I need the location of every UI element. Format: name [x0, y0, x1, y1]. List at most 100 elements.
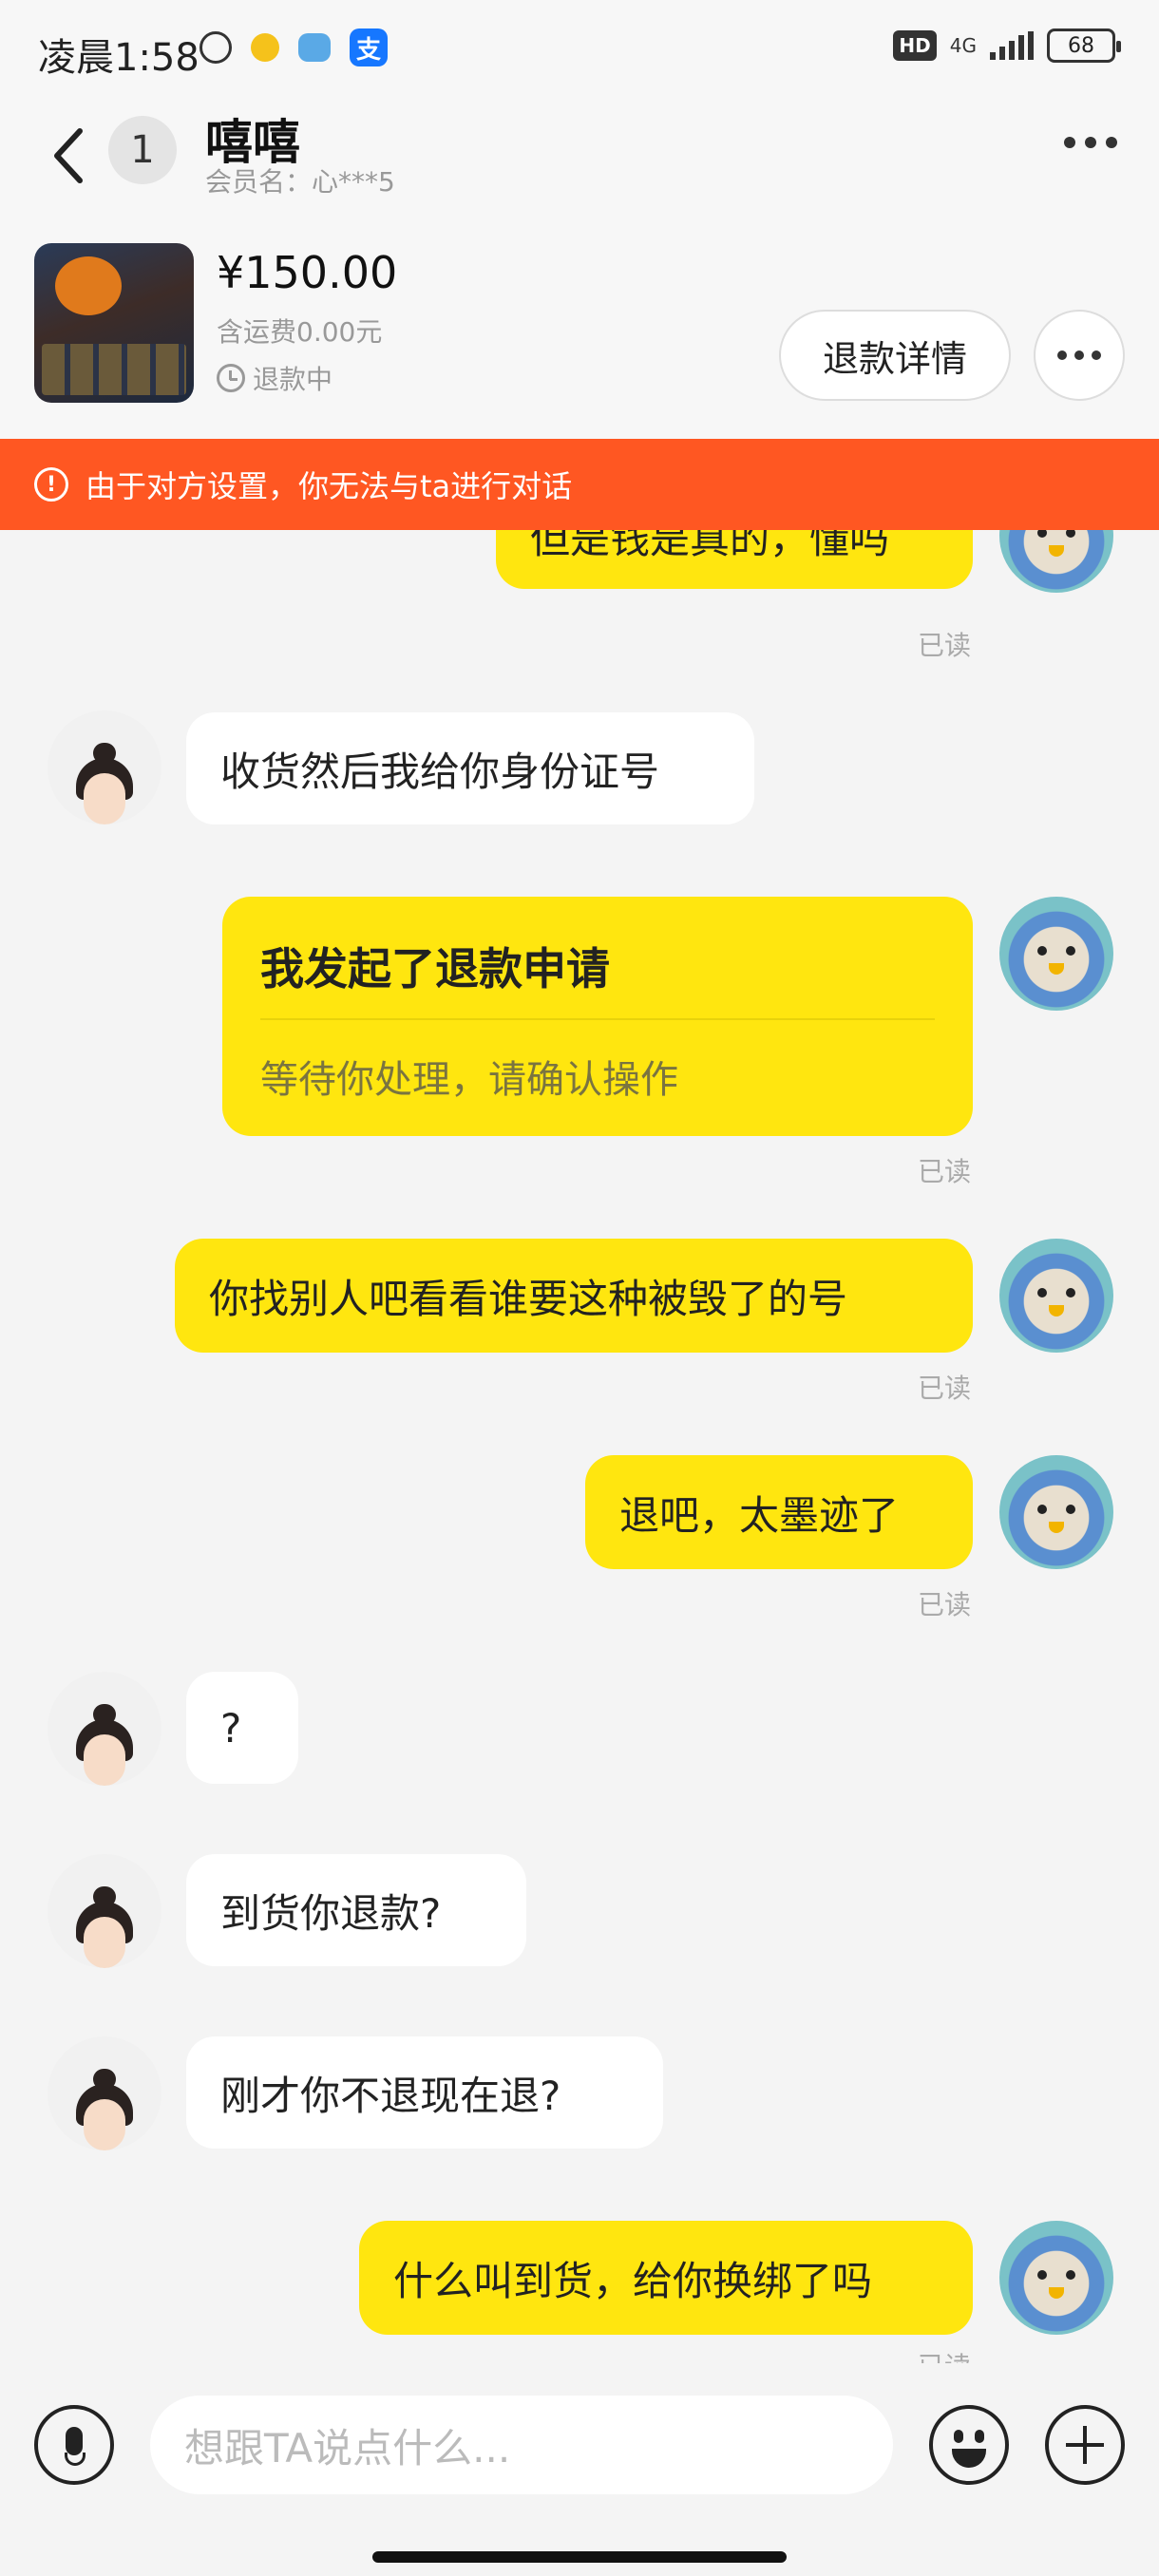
order-status: 退款中 — [217, 359, 332, 397]
alipay-icon: 支 — [350, 28, 388, 66]
contact-avatar[interactable] — [48, 1672, 162, 1786]
app-notification-icon — [251, 33, 279, 62]
read-receipt: 已读 — [918, 2346, 971, 2363]
dot — [1057, 350, 1067, 360]
status-system-icons: HD 4G 68 — [893, 28, 1121, 63]
face — [84, 773, 125, 824]
eye — [1066, 946, 1075, 956]
self-avatar[interactable] — [999, 530, 1113, 593]
member-name: 会员名：心***5 — [205, 166, 395, 198]
message-bubble-self[interactable]: 什么叫到货，给你换绑了吗 — [359, 2221, 973, 2335]
message-text: 收货然后我给你身份证号 — [220, 748, 660, 795]
refund-details-button[interactable]: 退款详情 — [779, 310, 1011, 401]
mouth — [1049, 1522, 1064, 1533]
clock-icon — [217, 364, 245, 392]
self-avatar[interactable] — [999, 897, 1113, 1011]
pumpkin-image — [55, 256, 122, 315]
message-text: 你找别人吧看看谁要这种被毁了的号 — [209, 1275, 848, 1322]
message-list[interactable]: 但是钱是真的，懂吗 已读 收货然后我给你身份证号 我发起了退款申请 等待你处理，… — [0, 530, 1159, 2363]
dot — [1074, 350, 1084, 360]
message-bubble-self[interactable]: 但是钱是真的，懂吗 — [496, 530, 973, 589]
refund-request-card[interactable]: 我发起了退款申请 等待你处理，请确认操作 — [222, 897, 973, 1136]
signal-icon — [990, 31, 1034, 60]
eye — [1037, 1288, 1047, 1297]
read-receipt: 已读 — [918, 630, 972, 661]
message-text: 退吧，太墨迹了 — [619, 1491, 900, 1539]
paper-plane-icon — [298, 33, 331, 62]
read-receipt: 已读 — [918, 1589, 972, 1620]
message-bubble-contact[interactable]: 收货然后我给你身份证号 — [186, 712, 754, 824]
restriction-banner: ! 由于对方设置，你无法与ta进行对话 — [0, 439, 1159, 530]
order-status-text: 退款中 — [253, 364, 333, 395]
eye — [1066, 530, 1075, 538]
battery-icon: 68 — [1047, 28, 1121, 63]
message-bubble-self[interactable]: 你找别人吧看看谁要这种被毁了的号 — [175, 1239, 973, 1353]
shipping-fee: 含运费0.00元 — [217, 316, 383, 348]
microphone-stand — [65, 2453, 86, 2466]
eye — [1037, 2270, 1047, 2280]
emoji-button[interactable] — [929, 2405, 1009, 2485]
home-indicator[interactable] — [372, 2551, 787, 2563]
message-bubble-contact[interactable]: ? — [186, 1672, 298, 1784]
eye — [1066, 1288, 1075, 1297]
card-title: 我发起了退款申请 — [260, 943, 610, 994]
face — [84, 2099, 125, 2150]
mouth — [1049, 963, 1064, 975]
eye — [1066, 2270, 1075, 2280]
dot — [1106, 137, 1117, 148]
self-avatar[interactable] — [999, 1239, 1113, 1353]
message-text: 什么叫到货，给你换绑了吗 — [393, 2257, 873, 2304]
eye — [1037, 530, 1047, 538]
mouth — [1049, 1305, 1064, 1316]
message-bubble-contact[interactable]: 到货你退款? — [186, 1854, 526, 1966]
product-card[interactable]: ¥150.00 含运费0.00元 退款中 退款详情 — [0, 218, 1159, 439]
product-price: ¥150.00 — [217, 247, 398, 298]
contact-avatar[interactable] — [48, 710, 162, 824]
item-grid-image — [42, 344, 186, 395]
back-button[interactable] — [42, 118, 99, 194]
plus-button[interactable] — [1045, 2405, 1125, 2485]
chat-header: 1 嘻嘻 会员名：心***5 — [0, 104, 1159, 218]
hd-icon: HD — [893, 30, 937, 61]
battery-level: 68 — [1068, 33, 1094, 58]
more-options-button[interactable] — [1064, 137, 1117, 148]
message-text: 到货你退款? — [220, 1889, 442, 1937]
warning-icon: ! — [34, 467, 68, 502]
dot — [1064, 137, 1075, 148]
status-bar: 凌晨1:58 支 HD 4G 68 — [0, 0, 1159, 104]
contact-avatar[interactable] — [48, 2036, 162, 2150]
contact-avatar[interactable] — [48, 1854, 162, 1968]
eye — [1066, 1505, 1075, 1514]
self-avatar[interactable] — [999, 1455, 1113, 1569]
mouth — [1049, 2287, 1064, 2299]
unread-count-badge[interactable]: 1 — [108, 116, 177, 184]
message-bubble-contact[interactable]: 刚才你不退现在退? — [186, 2036, 663, 2149]
dot — [1085, 137, 1096, 148]
network-type: 4G — [949, 34, 977, 57]
message-text: 但是钱是真的，懂吗 — [530, 530, 890, 562]
eye — [1037, 1505, 1047, 1514]
eye — [1037, 946, 1047, 956]
message-input[interactable]: 想跟TA说点什么... — [150, 2396, 893, 2494]
voice-input-button[interactable] — [34, 2405, 114, 2485]
message-text: ? — [220, 1704, 242, 1752]
chevron-left-icon — [54, 128, 83, 183]
input-bar: 想跟TA说点什么... — [0, 2363, 1159, 2576]
product-more-button[interactable] — [1034, 310, 1125, 401]
message-text: 刚才你不退现在退? — [220, 2072, 561, 2119]
face — [84, 1734, 125, 1786]
mouth — [1049, 545, 1064, 557]
read-receipt: 已读 — [918, 1156, 972, 1187]
self-avatar[interactable] — [999, 2221, 1113, 2335]
product-thumbnail[interactable] — [34, 243, 194, 403]
message-bubble-self[interactable]: 退吧，太墨迹了 — [585, 1455, 973, 1569]
card-divider — [260, 1018, 935, 1020]
status-time: 凌晨1:58 — [38, 36, 200, 80]
microphone-icon — [66, 2427, 83, 2455]
emoji-mouth — [952, 2449, 986, 2468]
dot — [1092, 350, 1101, 360]
alarm-icon — [200, 31, 232, 64]
read-receipt: 已读 — [918, 1373, 972, 1404]
banner-text: 由于对方设置，你无法与ta进行对话 — [86, 468, 573, 504]
card-subtitle: 等待你处理，请确认操作 — [260, 1058, 678, 1102]
